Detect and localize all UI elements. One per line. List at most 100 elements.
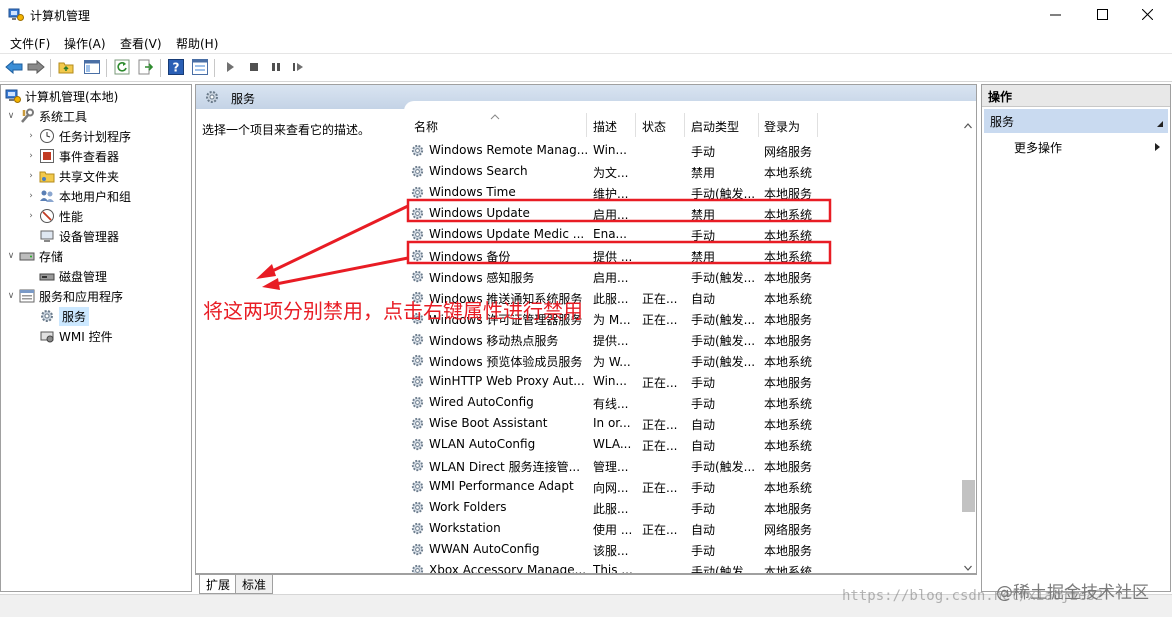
actions-section-services[interactable]: 服务	[984, 109, 1168, 133]
submenu-arrow-icon[interactable]	[1154, 141, 1161, 151]
restart-service-button[interactable]	[288, 58, 308, 78]
service-name-cell: Windows Update Medic ...	[429, 227, 585, 241]
tree-item-label: 服务和应用程序	[39, 289, 124, 304]
scrollbar-thumb[interactable]	[962, 480, 975, 512]
tree-item-wmi-control[interactable]: WMI 控件	[25, 326, 113, 346]
service-description-cell: 此服...	[593, 502, 629, 516]
show-hide-tree-button[interactable]	[82, 58, 102, 78]
service-row[interactable]: WMI Performance Adapt 向网... 正在... 手动 本地系统	[404, 476, 964, 497]
tree-item-label: 存储	[39, 249, 64, 264]
service-startup-cell: 手动(触发...	[691, 313, 756, 327]
tree-item-device-manager[interactable]: 设备管理器	[25, 226, 119, 246]
scroll-up-icon[interactable]	[964, 119, 972, 129]
service-row[interactable]: Work Folders 此服... 手动 本地服务	[404, 497, 964, 518]
actions-section-label: 服务	[990, 115, 1015, 129]
properties-button[interactable]	[190, 58, 210, 78]
service-row[interactable]: WLAN AutoConfig WLA... 正在... 自动 本地系统	[404, 434, 964, 455]
forward-icon	[27, 59, 45, 77]
column-header-log-on-as[interactable]: 登录为	[764, 118, 800, 138]
forward-button[interactable]	[26, 58, 46, 78]
service-row[interactable]: Wired AutoConfig 有线... 手动 本地系统	[404, 392, 964, 413]
service-row[interactable]: Windows Update 启用... 禁用 本地系统	[404, 203, 964, 224]
column-header-startup-type[interactable]: 启动类型	[691, 118, 739, 138]
menu-view[interactable]: 查看(V)	[120, 35, 162, 52]
tab-standard[interactable]: 标准	[235, 575, 274, 594]
properties-icon	[192, 58, 208, 78]
column-divider[interactable]	[684, 113, 685, 137]
service-row[interactable]: WLAN Direct 服务连接管... 管理... 手动(触发... 本地服务	[404, 455, 964, 476]
service-logon-cell: 本地系统	[764, 208, 813, 222]
tree-item-performance[interactable]: › 性能	[25, 206, 83, 226]
column-divider[interactable]	[635, 113, 636, 137]
tree-item-storage[interactable]: ∨ 存储	[5, 246, 63, 266]
help-button[interactable]: ?	[166, 58, 186, 78]
minimize-button[interactable]	[1032, 0, 1078, 31]
tree-item-local-users[interactable]: › 本地用户和组	[25, 186, 131, 206]
tree-item-services-apps[interactable]: ∨ 服务和应用程序	[5, 286, 123, 306]
menu-file[interactable]: 文件(F)	[10, 35, 50, 52]
tree-item-task-scheduler[interactable]: › 任务计划程序	[25, 126, 131, 146]
maximize-button[interactable]	[1079, 0, 1125, 31]
service-row[interactable]: Workstation 使用 ... 正在... 自动 网络服务	[404, 518, 964, 539]
tree-item-event-viewer[interactable]: › 事件查看器	[25, 146, 119, 166]
menu-action[interactable]: 操作(A)	[64, 35, 106, 52]
service-row[interactable]: Windows 移动热点服务 提供... 手动(触发... 本地服务	[404, 329, 964, 350]
pause-service-button[interactable]	[266, 58, 286, 78]
chevron-right-icon[interactable]: ›	[25, 166, 37, 186]
chevron-right-icon[interactable]: ›	[25, 186, 37, 206]
column-divider[interactable]	[758, 113, 759, 137]
collapse-triangle-icon[interactable]	[1156, 117, 1164, 127]
tree-item-disk-management[interactable]: 磁盘管理	[25, 266, 107, 286]
service-status-cell: 正在...	[642, 418, 677, 432]
service-row[interactable]: WWAN AutoConfig 该服... 手动 本地服务	[404, 539, 964, 560]
service-row[interactable]: Xbox Accessory Manage... This ... 手动(触发...…	[404, 560, 964, 573]
tree-item-system-tools[interactable]: ∨ 系统工具	[5, 106, 87, 126]
chevron-down-icon[interactable]: ∨	[5, 286, 17, 306]
vertical-scrollbar[interactable]	[960, 113, 976, 573]
refresh-button[interactable]	[112, 58, 132, 78]
chevron-down-icon[interactable]: ∨	[5, 246, 17, 266]
service-row[interactable]: Wise Boot Assistant In or... 正在... 自动 本地系统	[404, 413, 964, 434]
more-actions-item[interactable]: 更多操作	[1014, 139, 1062, 156]
service-row[interactable]: Windows Update Medic ... Ena... 手动 本地系统	[404, 224, 964, 245]
service-row[interactable]: Windows 预览体验成员服务为 W... 手动(触发... 本地系统	[404, 350, 964, 371]
back-button[interactable]	[4, 58, 24, 78]
shared-folder-icon	[39, 168, 55, 184]
chevron-right-icon[interactable]: ›	[25, 206, 37, 226]
service-row[interactable]: Windows 感知服务 启用... 手动(触发... 本地服务	[404, 266, 964, 287]
up-one-level-button[interactable]	[56, 58, 76, 78]
close-button[interactable]	[1124, 0, 1170, 31]
toolbar-separator	[160, 59, 161, 77]
menu-help[interactable]: 帮助(H)	[176, 35, 218, 52]
services-apps-icon	[19, 288, 35, 304]
column-divider[interactable]	[817, 113, 818, 137]
service-row[interactable]: Windows Search 为文... 禁用 本地系统	[404, 161, 964, 182]
column-divider[interactable]	[586, 113, 587, 137]
users-icon	[39, 188, 55, 204]
tree-root[interactable]: 计算机管理(本地)	[5, 86, 118, 106]
export-list-button[interactable]	[136, 58, 156, 78]
column-header-name[interactable]: 名称	[414, 118, 438, 138]
scroll-down-icon[interactable]	[964, 561, 972, 571]
column-header-status[interactable]: 状态	[642, 118, 666, 138]
chevron-right-icon[interactable]: ›	[25, 126, 37, 146]
tree-item-shared-folders[interactable]: › 共享文件夹	[25, 166, 119, 186]
service-row[interactable]: Windows Remote Manag... Win... 手动 网络服务	[404, 140, 964, 161]
tree-item-label: 磁盘管理	[59, 269, 108, 284]
tree-item-services[interactable]: 服务	[25, 306, 90, 326]
service-row[interactable]: Windows Time 维护... 手动(触发... 本地服务	[404, 182, 964, 203]
service-row[interactable]: Windows 备份 提供 ... 禁用 本地系统	[404, 245, 964, 266]
service-description-cell: 为 W...	[593, 355, 631, 369]
start-service-button[interactable]	[220, 58, 240, 78]
service-name-cell: WinHTTP Web Proxy Aut...	[429, 374, 585, 388]
service-row[interactable]: WinHTTP Web Proxy Aut... Win... 正在... 手动 本地服…	[404, 371, 964, 392]
gear-icon	[410, 542, 425, 557]
chevron-down-icon[interactable]: ∨	[5, 106, 17, 126]
column-header-description[interactable]: 描述	[593, 118, 617, 138]
chevron-right-icon[interactable]: ›	[25, 146, 37, 166]
service-startup-cell: 禁用	[691, 208, 716, 222]
tab-extended[interactable]: 扩展	[199, 575, 238, 594]
stop-service-button[interactable]	[244, 58, 264, 78]
wmi-icon	[39, 328, 55, 344]
gear-icon	[410, 185, 425, 200]
